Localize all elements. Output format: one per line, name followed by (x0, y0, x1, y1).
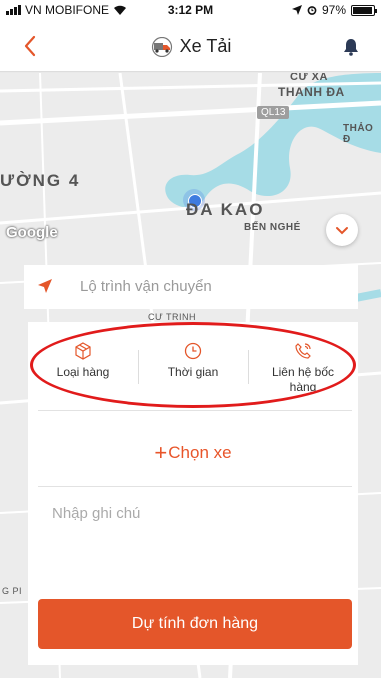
map-label: THẢO Đ (343, 123, 374, 145)
note-input[interactable]: Nhập ghi chú (52, 505, 140, 522)
divider (38, 410, 352, 411)
bell-icon[interactable] (343, 38, 359, 56)
route-placeholder: Lộ trình vận chuyển (80, 278, 212, 295)
location-arrow-icon (38, 279, 52, 293)
estimate-order-button[interactable]: Dự tính đơn hàng (38, 599, 352, 649)
alarm-icon (307, 6, 317, 15)
plus-icon: + (154, 440, 168, 465)
clock-icon (184, 342, 202, 360)
map-label: ƯỜNG 4 (0, 171, 81, 190)
phone-icon (295, 343, 311, 359)
battery-percent: 97% (321, 3, 346, 17)
map-label: ĐA KAO (186, 200, 265, 219)
map-label: G PI (2, 586, 23, 596)
status-bar: VN MOBIFONE 3:12 PM 97% (0, 0, 381, 20)
status-right: 97% (291, 3, 377, 17)
nav-bar: Xe Tải (0, 20, 381, 72)
tab-label: Loại hàng (56, 365, 110, 379)
truck-icon (151, 36, 172, 57)
map-label: THANH ĐA (278, 85, 345, 99)
choose-vehicle-button[interactable]: +Chọn xe (28, 440, 358, 466)
option-tabs: Loại hàng Thời gian Liên hệ bốc hàng (28, 340, 358, 410)
tab-time[interactable]: Thời gian (138, 340, 248, 410)
road-badge: QL13 (257, 106, 290, 119)
choose-vehicle-label: Chọn xe (168, 443, 232, 462)
route-field[interactable]: Lộ trình vận chuyển (24, 265, 358, 309)
location-arrow-icon (291, 5, 302, 15)
tab-cargo-type[interactable]: Loại hàng (28, 340, 138, 410)
page-title-text: Xe Tải (179, 36, 232, 56)
order-card: Loại hàng Thời gian Liên hệ bốc hàng +Ch… (28, 322, 358, 665)
tab-divider (138, 350, 139, 384)
tab-divider (248, 350, 249, 384)
map-label: CƯ TRINH (148, 312, 197, 322)
chevron-down-icon (336, 226, 348, 234)
tab-contact[interactable]: Liên hệ bốc hàng (248, 340, 358, 410)
package-icon (75, 342, 91, 360)
tab-label: Thời gian (167, 365, 219, 379)
tab-label: Liên hệ bốc hàng (271, 365, 335, 394)
collapse-button[interactable] (326, 214, 358, 246)
map-label: BẾN NGHÉ (244, 222, 301, 233)
map-label: CƯ XÁ (290, 73, 328, 83)
google-logo: Google (6, 224, 58, 241)
page-title: Xe Tải (0, 36, 381, 57)
battery-icon (351, 4, 377, 16)
divider (38, 486, 352, 487)
